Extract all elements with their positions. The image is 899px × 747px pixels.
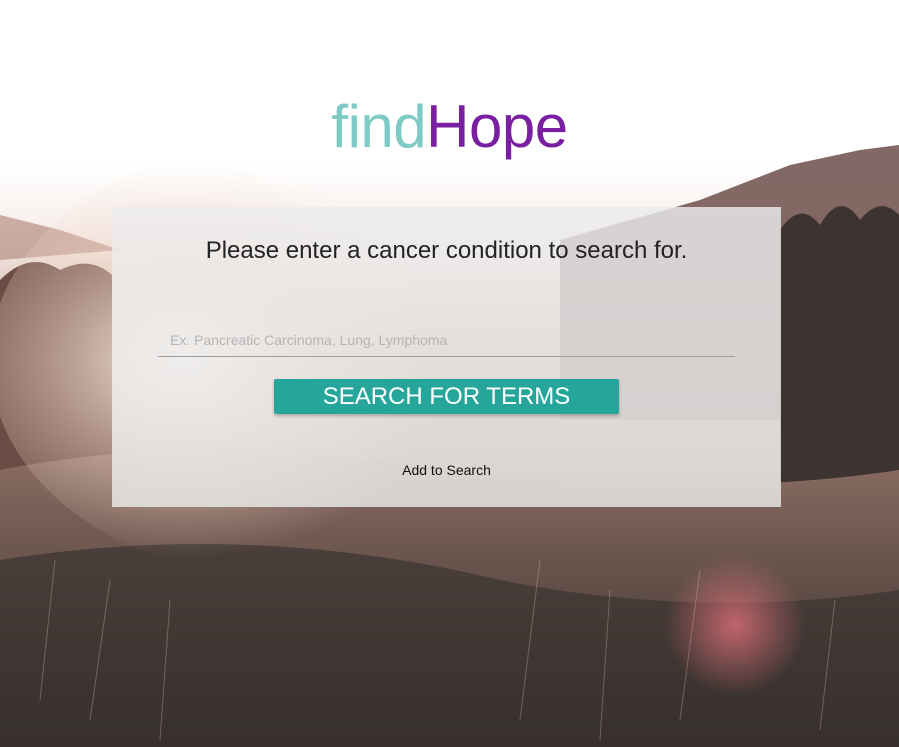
search-for-terms-button[interactable]: SEARCH FOR TERMS bbox=[274, 379, 619, 414]
search-card-title: Please enter a cancer condition to searc… bbox=[205, 237, 688, 264]
logo-part-find: find bbox=[331, 93, 427, 160]
condition-search-input[interactable] bbox=[158, 323, 735, 357]
app-logo: findHope bbox=[0, 92, 899, 162]
page: findHope Please enter a cancer condition… bbox=[0, 0, 899, 747]
add-to-search-link[interactable]: Add to Search bbox=[112, 462, 781, 478]
logo-part-hope: Hope bbox=[426, 93, 568, 160]
search-card: Please enter a cancer condition to searc… bbox=[112, 207, 781, 507]
